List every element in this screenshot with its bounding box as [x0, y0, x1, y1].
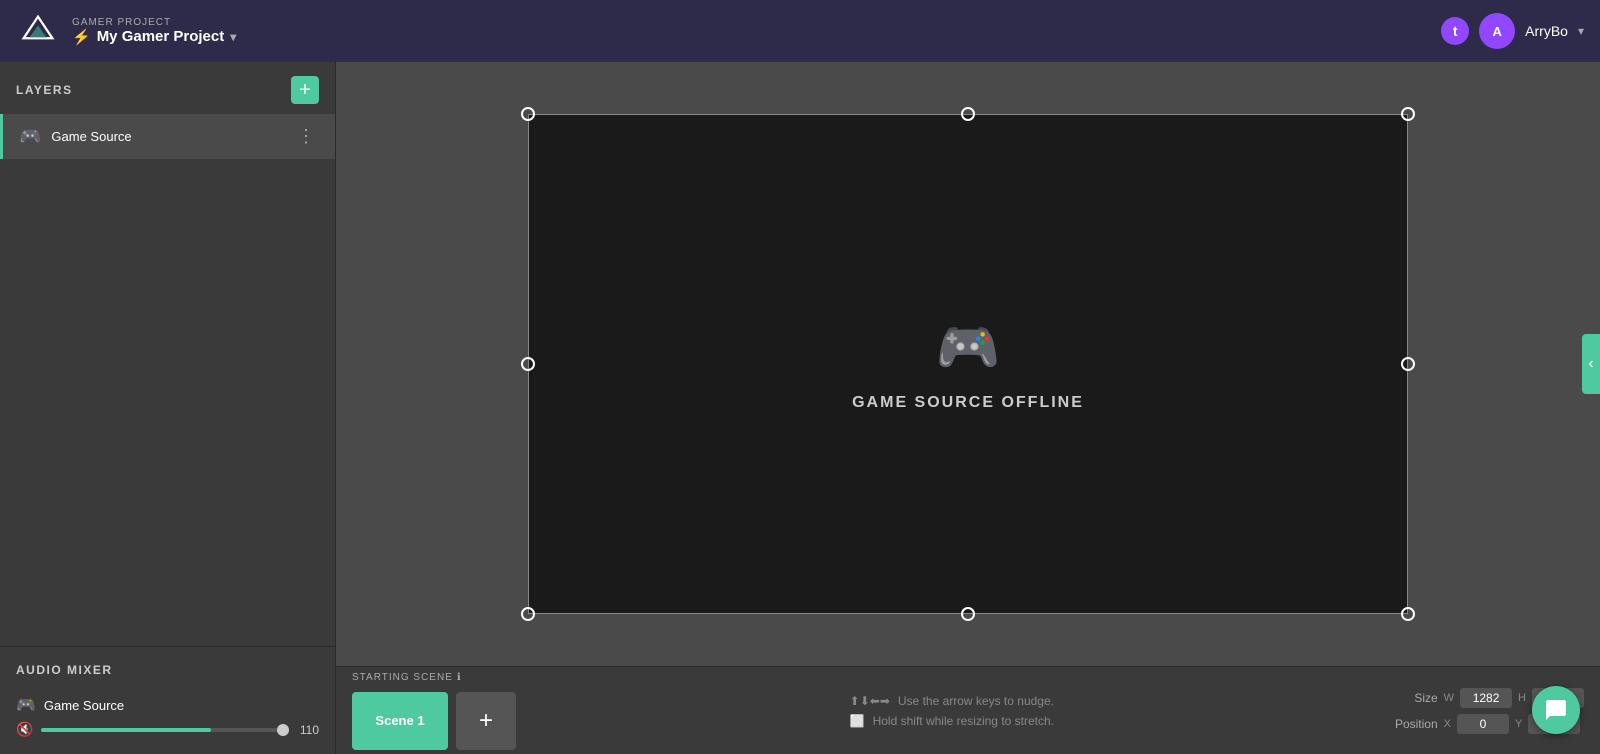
- handle-top-right[interactable]: [1401, 107, 1415, 121]
- canvas-content: 🎮 GAME SOURCE OFFLINE: [528, 114, 1408, 614]
- bottom-bar: STARTING SCENE ℹ Scene 1 + ⬆⬇⬅➡ Use the …: [336, 666, 1600, 754]
- game-source-offline-text: GAME SOURCE OFFLINE: [852, 394, 1084, 412]
- project-name-btn[interactable]: ⚡ My Gamer Project ▾: [72, 28, 236, 46]
- handle-middle-right[interactable]: [1401, 357, 1415, 371]
- nav-project: GAMER PROJECT ⚡ My Gamer Project ▾: [72, 17, 236, 46]
- layers-title: LAYERS: [16, 83, 73, 97]
- handle-top-left[interactable]: [521, 107, 535, 121]
- main-layout: LAYERS + 🎮 Game Source ⋮ AUDIO MIXER 🎮 G…: [0, 62, 1600, 754]
- y-label: Y: [1515, 718, 1522, 730]
- hint-arrow-text: Use the arrow keys to nudge.: [898, 694, 1054, 708]
- pos-label: Position: [1388, 717, 1438, 731]
- handle-bottom-left[interactable]: [521, 607, 535, 621]
- canvas-viewport[interactable]: 🎮 GAME SOURCE OFFLINE ‹: [336, 62, 1600, 666]
- audio-volume-value: 110: [291, 723, 319, 737]
- handle-top-center[interactable]: [961, 107, 975, 121]
- audio-slider-track[interactable]: [41, 728, 283, 732]
- game-controller-icon: 🎮: [19, 126, 41, 147]
- scenes-area: STARTING SCENE ℹ Scene 1 +: [352, 672, 516, 750]
- layer-name: Game Source: [51, 129, 283, 144]
- user-chevron-icon[interactable]: ▾: [1578, 24, 1584, 38]
- project-chevron-icon: ▾: [230, 30, 236, 44]
- audio-item-game-source: 🎮 Game Source 🔇 110: [0, 689, 335, 744]
- starting-scene-label: STARTING SCENE ℹ: [352, 672, 462, 683]
- game-source-offline-icon: 🎮: [936, 317, 1001, 378]
- arrow-keys-icon: ⬆⬇⬅➡: [850, 694, 890, 708]
- layers-header: LAYERS +: [0, 62, 335, 114]
- h-label: H: [1518, 692, 1526, 704]
- pos-x-input[interactable]: [1457, 714, 1509, 734]
- size-w-input[interactable]: [1460, 688, 1512, 708]
- hint-shift-resize: ⬜ Hold shift while resizing to stretch.: [850, 714, 1054, 728]
- chevron-left-icon: ‹: [1588, 355, 1593, 373]
- audio-game-controller-icon: 🎮: [16, 695, 36, 715]
- audio-slider-fill: [41, 728, 210, 732]
- layer-more-icon[interactable]: ⋮: [293, 124, 319, 149]
- twitch-icon: t: [1441, 17, 1469, 45]
- layer-item-game-source[interactable]: 🎮 Game Source ⋮: [0, 114, 335, 159]
- audio-item-name: Game Source: [44, 698, 124, 713]
- hint-shift-text: Hold shift while resizing to stretch.: [873, 714, 1054, 728]
- x-label: X: [1444, 718, 1451, 730]
- handle-middle-left[interactable]: [521, 357, 535, 371]
- audio-mixer-header: AUDIO MIXER: [0, 647, 335, 689]
- mute-icon: 🔇: [16, 721, 33, 737]
- scene-wrapper: STARTING SCENE ℹ Scene 1: [352, 692, 448, 750]
- add-scene-button[interactable]: +: [456, 692, 516, 750]
- size-label: Size: [1388, 691, 1438, 705]
- bolt-icon: ⚡: [72, 28, 91, 46]
- audio-item-controls: 🔇 110: [16, 721, 319, 738]
- handle-bottom-right[interactable]: [1401, 607, 1415, 621]
- nav-username: ArryBo: [1525, 23, 1568, 39]
- canvas-stage[interactable]: 🎮 GAME SOURCE OFFLINE: [528, 114, 1408, 614]
- left-sidebar: LAYERS + 🎮 Game Source ⋮ AUDIO MIXER 🎮 G…: [0, 62, 336, 754]
- audio-item-top: 🎮 Game Source: [16, 695, 319, 715]
- info-icon: ℹ: [457, 672, 462, 683]
- nav-right: t A ArryBo ▾: [1441, 13, 1584, 49]
- project-label: GAMER PROJECT: [72, 17, 236, 28]
- w-label: W: [1444, 692, 1454, 704]
- right-panel-toggle-button[interactable]: ‹: [1582, 334, 1600, 394]
- shift-icon: ⬜: [850, 714, 865, 728]
- canvas-area: 🎮 GAME SOURCE OFFLINE ‹: [336, 62, 1600, 754]
- project-name-text: My Gamer Project: [97, 28, 225, 45]
- avatar: A: [1479, 13, 1515, 49]
- top-nav: GAMER PROJECT ⚡ My Gamer Project ▾ t A A…: [0, 0, 1600, 62]
- hint-arrow-keys: ⬆⬇⬅➡ Use the arrow keys to nudge.: [850, 694, 1054, 708]
- audio-mixer-title: AUDIO MIXER: [16, 663, 113, 677]
- scene-tile-1[interactable]: Scene 1: [352, 692, 448, 750]
- audio-mute-button[interactable]: 🔇: [16, 721, 33, 738]
- add-layer-button[interactable]: +: [291, 76, 319, 104]
- handle-bottom-center[interactable]: [961, 607, 975, 621]
- audio-slider-thumb[interactable]: [277, 724, 289, 736]
- chat-fab-button[interactable]: [1532, 686, 1580, 734]
- bottom-hints: ⬆⬇⬅➡ Use the arrow keys to nudge. ⬜ Hold…: [516, 694, 1388, 728]
- audio-mixer-section: AUDIO MIXER 🎮 Game Source 🔇 110: [0, 646, 335, 754]
- app-logo: [16, 9, 60, 53]
